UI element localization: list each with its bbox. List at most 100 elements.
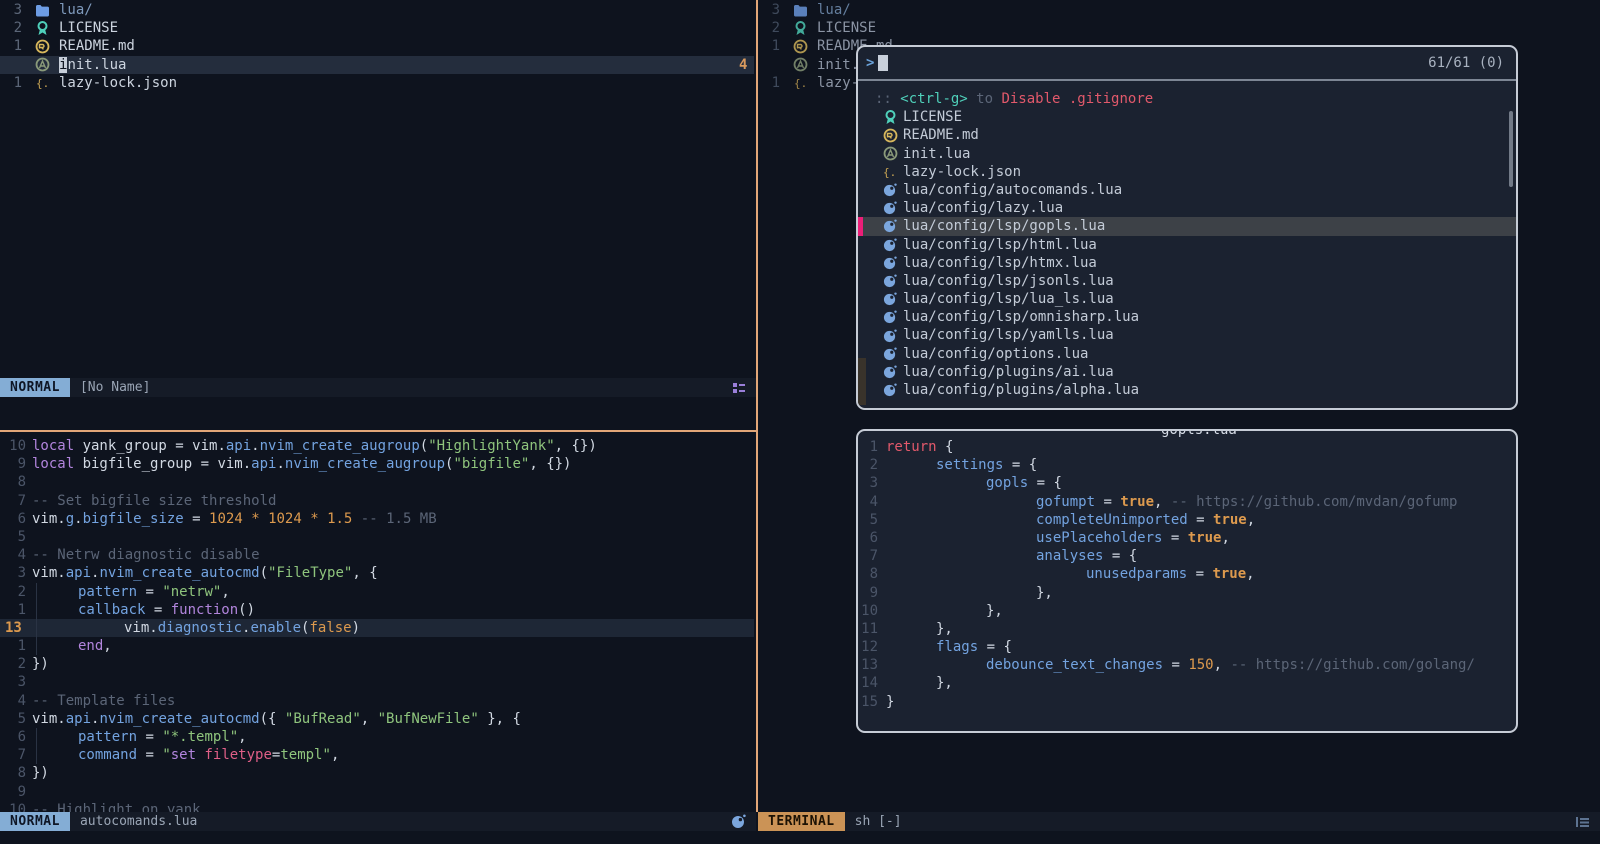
result-item[interactable]: lua/config/options.lua [858,345,1516,363]
code-line[interactable]: 3vim.api.nvim_create_autocmd("FileType",… [0,564,754,582]
code-segment: true [1212,565,1246,583]
code-line[interactable]: 13vim.diagnostic.enable(false) [0,619,754,637]
code-line[interactable]: 10}, [858,602,1514,620]
result-item[interactable]: README.md [858,126,1516,144]
results-scrollbar[interactable] [1509,111,1513,187]
code-segment: . [91,564,99,582]
list-icon [1575,815,1590,829]
window-separator-horizontal[interactable] [0,430,756,432]
result-item[interactable]: lua/config/lsp/lua_ls.lua [858,290,1516,308]
result-item[interactable]: {..}lazy-lock.json [858,163,1516,181]
code-line[interactable]: 7-- Set bigfile size threshold [0,492,754,510]
code-segment: "*.templ" [162,728,238,746]
code-line[interactable]: 6 pattern = "*.templ", [0,728,754,746]
code-segment: g [66,510,74,528]
statusline-explorer: NORMAL [No Name] [0,378,756,397]
explorer-file-row[interactable]: 4init.lua [0,56,754,74]
lua-icon [882,219,898,233]
result-item[interactable]: lua/config/plugins/alpha.lua [858,381,1516,399]
window-separator-vertical[interactable] [756,0,758,812]
file-name: README.md [59,37,135,55]
code-line[interactable]: 5vim.api.nvim_create_autocmd({ "BufRead"… [0,710,754,728]
explorer-file-row[interactable]: 2 LICENSE [0,19,754,37]
code-line[interactable]: 7analyses = { [858,547,1514,565]
explorer-file-row[interactable]: 1{..}lazy-lock.json [0,74,754,92]
code-line[interactable]: 4-- Netrw diagnostic disable [0,546,754,564]
selection-caret [858,217,863,235]
code-line[interactable]: 14}, [858,674,1514,692]
line-number: 7 [0,746,26,764]
lua-icon [731,814,746,829]
code-line[interactable]: 6vim.g.bigfile_size = 1024 * 1024 * 1.5 … [0,510,754,528]
result-item[interactable]: lua/config/lsp/gopls.lua [858,217,1516,235]
result-item[interactable]: lua/config/lsp/omnisharp.lua [858,308,1516,326]
explorer-dir-row[interactable]: 3lua/ [758,1,1598,19]
result-item[interactable]: lua/config/lazy.lua [858,199,1516,217]
json-icon: {..} [882,165,898,179]
result-item[interactable]: lua/config/lsp/yamlls.lua [858,326,1516,344]
code-segment: analyses [1036,547,1103,565]
code-line[interactable]: 1callback = function() [0,601,754,619]
code-segment: diagnostic [158,619,242,637]
result-file-name: lua/config/lsp/html.lua [903,236,1097,254]
code-segment: = [1162,529,1187,547]
code-line[interactable]: 9 [0,783,754,801]
line-number: 10 [858,602,878,620]
result-item[interactable]: lua/config/lsp/html.lua [858,236,1516,254]
code-line[interactable]: 8 [0,473,754,491]
code-line[interactable]: 5 [0,528,754,546]
code-line[interactable]: 4gofumpt = true, -- https://github.com/m… [858,493,1514,511]
code-segment: * [243,510,268,528]
code-line[interactable]: 6usePlaceholders = true, [858,529,1514,547]
result-item[interactable]: init.lua [858,145,1516,163]
explorer-file-row[interactable]: 1README.md [0,37,754,55]
file-name: LICENSE [59,19,118,37]
result-item[interactable]: lua/config/autocomands.lua [858,181,1516,199]
line-number: 6 [0,728,26,746]
code-line[interactable]: 1end, [0,637,754,655]
lua-icon [882,256,898,270]
code-segment: , [221,583,229,601]
code-line[interactable]: 8}) [0,764,754,782]
code-line[interactable]: 10local yank_group = vim.api.nvim_create… [0,437,754,455]
line-number: 9 [0,455,26,473]
result-item[interactable]: lua/config/lsp/jsonls.lua [858,272,1516,290]
explorer-dir-row[interactable]: 3lua/ [0,1,754,19]
code-line[interactable]: 5completeUnimported = true, [858,511,1514,529]
code-line[interactable]: 3 [0,673,754,691]
code-segment: -- https://github.com/golang/ [1230,656,1474,674]
code-line[interactable]: 7command = "set filetype=templ", [0,746,754,764]
telescope-prompt[interactable]: > 61/61 (0) [858,47,1516,81]
code-line[interactable]: 12flags = { [858,638,1514,656]
code-line[interactable]: 4-- Template files [0,692,754,710]
code-line[interactable]: 2pattern = "netrw", [0,583,754,601]
explorer-file-row[interactable]: 2LICENSE [758,19,1598,37]
code-line[interactable]: 2}) [0,655,754,673]
code-segment: = [184,510,209,528]
line-number: 5 [0,710,26,728]
code-line[interactable]: 8unusedparams = true, [858,565,1514,583]
code-segment: :: [875,91,900,107]
result-item[interactable]: lua/config/lsp/htmx.lua [858,254,1516,272]
code-segment: . [242,619,250,637]
code-line-body: } [886,693,894,711]
code-line[interactable]: 15} [858,693,1514,711]
code-line[interactable]: 9}, [858,584,1514,602]
code-line[interactable]: 1return { [858,438,1514,456]
code-segment: bigfile_size [83,510,184,528]
code-line[interactable]: 13debounce_text_changes = 150, -- https:… [858,656,1514,674]
code-segment: completeUnimported [1036,511,1188,529]
result-file-name: lua/config/lsp/gopls.lua [903,217,1105,235]
code-line-body: pattern = "*.templ", [36,728,247,746]
result-item[interactable]: LICENSE [858,108,1516,126]
result-item[interactable]: lua/config/plugins/ai.lua [858,363,1516,381]
code-line[interactable]: 2settings = { [858,456,1514,474]
match-counter: 61/61 (0) [1428,55,1504,71]
code-line-body: completeUnimported = true, [886,511,1255,529]
code-line[interactable]: 9local bigfile_group = vim.api.nvim_crea… [0,455,754,473]
code-line[interactable]: 3gopls = { [858,474,1514,492]
code-segment: 1.5 [327,510,352,528]
line-number: 5 [0,528,26,546]
line-number: 2 [0,19,22,37]
code-line[interactable]: 11}, [858,620,1514,638]
